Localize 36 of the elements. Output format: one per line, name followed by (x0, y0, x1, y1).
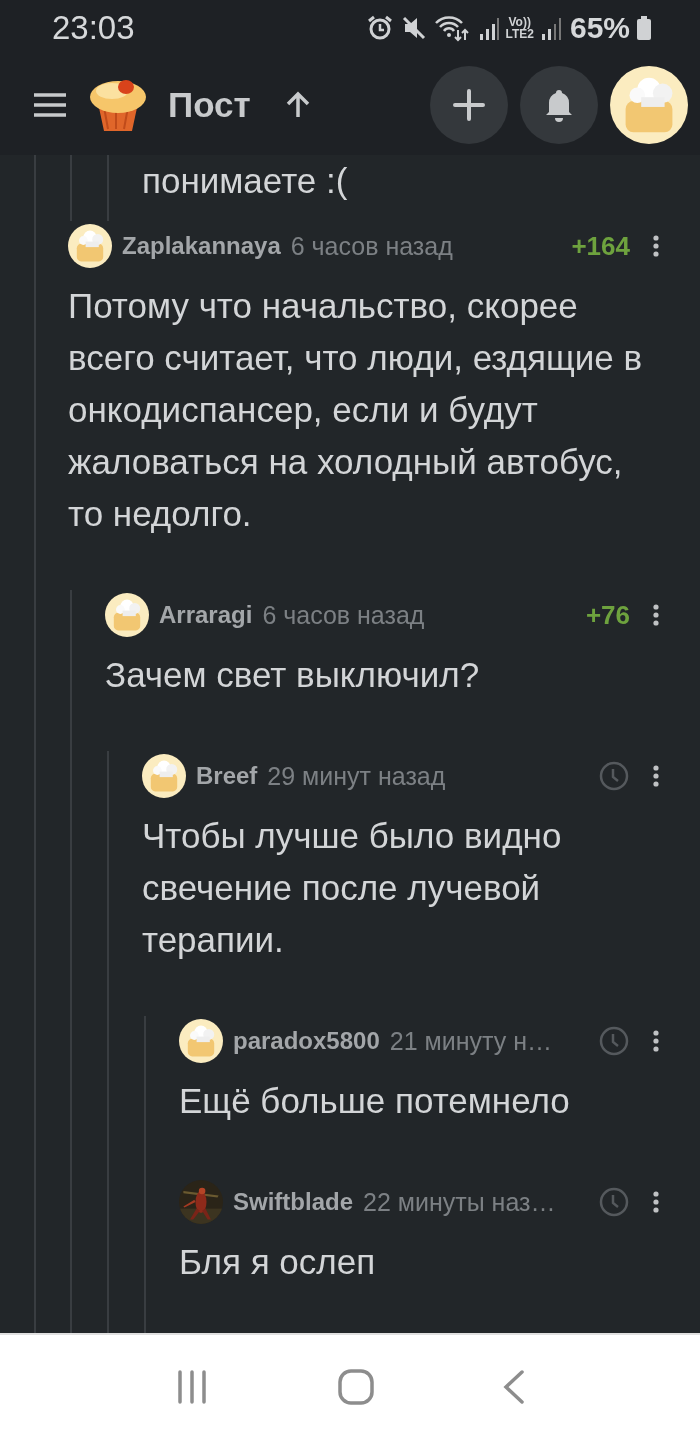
timestamp: 29 минут назад (267, 761, 446, 791)
arrow-up-icon[interactable] (284, 91, 311, 119)
network-label: LTE2 (505, 27, 534, 40)
page-title: Пост (168, 85, 251, 125)
comment-text: Бля я ослеп (179, 1241, 377, 1283)
more-options-icon[interactable] (652, 234, 660, 258)
rating-score: +76 (585, 599, 630, 631)
comment-text: Ещё больше потемнело (179, 1080, 571, 1122)
more-options-icon[interactable] (652, 603, 660, 627)
username[interactable]: paradox5800 (233, 1027, 380, 1055)
more-options-icon[interactable] (652, 1190, 660, 1214)
volte-label: Vo)) (508, 15, 531, 28)
timestamp: 21 минуту н… (389, 1026, 552, 1056)
battery-percent: 65% (569, 10, 630, 45)
battery-icon (636, 13, 652, 42)
rating-score: +164 (571, 230, 630, 262)
back-icon[interactable] (502, 1369, 527, 1405)
username[interactable]: Zaplakannaya (122, 232, 281, 260)
home-icon[interactable] (337, 1368, 375, 1406)
profile-avatar[interactable] (610, 66, 688, 144)
comment-text: Потому что начальство, скорее всего считает, что люди, ездящие в онкодиспансер, если и будут жаловаться на холодный автобус, то недолго. (68, 285, 644, 535)
comment-text: Зачем свет выключил? (105, 654, 481, 696)
menu-icon[interactable] (32, 91, 68, 119)
clock-time: 23:03 (52, 8, 135, 47)
timestamp: 6 часов назад (290, 231, 453, 261)
plus-icon (453, 89, 485, 121)
alarm-icon (365, 13, 394, 42)
comment-text: понимаете :( (142, 160, 349, 202)
username[interactable]: Swiftblade (233, 1188, 353, 1216)
comment-text: Чтобы лучше было видно свечение после лучевой терапии. (142, 815, 563, 961)
username[interactable]: Arraragi (159, 601, 253, 629)
more-options-icon[interactable] (652, 1029, 660, 1053)
username[interactable]: Breef (196, 762, 258, 790)
timestamp: 6 часов назад (262, 600, 425, 630)
more-options-icon[interactable] (652, 764, 660, 788)
timestamp: 22 минуты наз… (363, 1187, 556, 1217)
